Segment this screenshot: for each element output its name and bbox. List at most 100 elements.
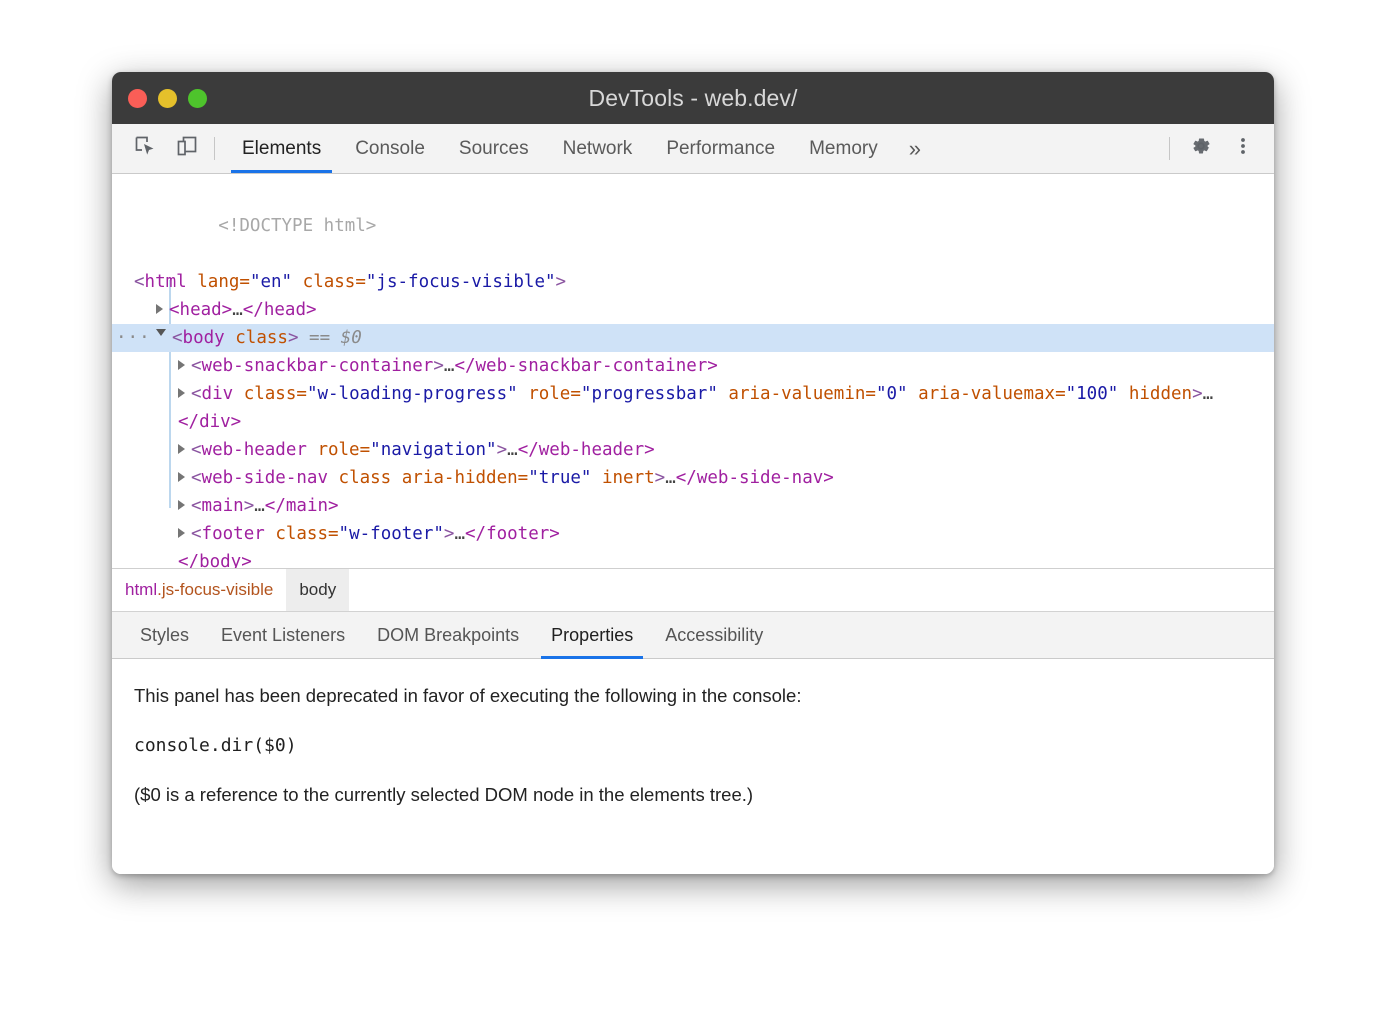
doctype-text: <!DOCTYPE html> — [218, 216, 376, 236]
webheader-lt: < — [191, 440, 202, 460]
toolbar-actions — [1163, 124, 1274, 173]
html-attr-lang-eq: = — [239, 272, 250, 292]
main-gt: > — [244, 496, 255, 516]
snackbar-lt: < — [191, 356, 202, 376]
dom-node-web-side-nav[interactable]: <web-side-nav class aria-hidden="true" i… — [112, 464, 1274, 492]
console-code-snippet[interactable]: console.dir($0) — [134, 735, 1252, 756]
snackbar-close: </web-snackbar-container> — [454, 356, 717, 376]
tab-performance[interactable]: Performance — [649, 124, 792, 173]
inspect-element-button[interactable] — [124, 124, 166, 173]
sidenav-gt: > — [655, 468, 666, 488]
sidenav-attr-class: class — [339, 468, 392, 488]
tab-properties[interactable]: Properties — [535, 612, 649, 658]
sidebar-tabs: Styles Event Listeners DOM Breakpoints P… — [112, 611, 1274, 659]
progress-tag: div — [202, 384, 234, 404]
expand-head-toggle[interactable] — [156, 304, 163, 314]
dom-node-w-loading-progress[interactable]: <div class="w-loading-progress" role="pr… — [112, 380, 1274, 436]
dom-node-main[interactable]: <main>…</main> — [112, 492, 1274, 520]
body-gt: > — [288, 328, 299, 348]
html-lt: < — [134, 272, 145, 292]
maximize-window-button[interactable] — [188, 89, 207, 108]
progress-attr-class: class — [244, 384, 297, 404]
minimize-window-button[interactable] — [158, 89, 177, 108]
close-window-button[interactable] — [128, 89, 147, 108]
dom-node-html[interactable]: <html lang="en" class="js-focus-visible"… — [112, 268, 1274, 296]
tab-console[interactable]: Console — [338, 124, 442, 173]
tab-event-listeners[interactable]: Event Listeners — [205, 612, 361, 658]
settings-button[interactable] — [1180, 124, 1222, 173]
tab-accessibility[interactable]: Accessibility — [649, 612, 779, 658]
footer-lt: < — [191, 524, 202, 544]
expand-web-header-toggle[interactable] — [178, 444, 185, 454]
main-lt: < — [191, 496, 202, 516]
footer-close: </footer> — [465, 524, 560, 544]
body-attr-class: class — [235, 328, 288, 348]
webheader-gt: > — [497, 440, 508, 460]
head-ellipsis: … — [232, 300, 243, 320]
tab-elements-label: Elements — [242, 138, 321, 160]
dom-node-web-header[interactable]: <web-header role="navigation">…</web-hea… — [112, 436, 1274, 464]
breadcrumb-html-tag: html — [125, 580, 157, 600]
footer-tag: footer — [202, 524, 265, 544]
device-toolbar-button[interactable] — [166, 124, 208, 173]
tab-network-label: Network — [563, 138, 633, 160]
snackbar-ellipsis: … — [444, 356, 455, 376]
expand-main-toggle[interactable] — [178, 500, 185, 510]
body-lt: < — [172, 328, 183, 348]
html-attr-class: class — [303, 272, 356, 292]
node-badge-dots[interactable]: ··· — [116, 324, 151, 352]
dom-node-footer[interactable]: <footer class="w-footer">…</footer> — [112, 520, 1274, 548]
html-tag: html — [145, 272, 187, 292]
tab-performance-label: Performance — [666, 138, 775, 160]
progress-attr-valuemax-value: "100" — [1066, 384, 1119, 404]
body-tag: body — [183, 328, 225, 348]
toolbar-divider — [214, 137, 215, 160]
html-attr-class-eq: = — [355, 272, 366, 292]
more-options-button[interactable] — [1222, 124, 1264, 173]
body-eqeq: == — [309, 328, 330, 348]
footer-attr-class: class — [275, 524, 328, 544]
main-tag: main — [202, 496, 244, 516]
html-attr-lang: lang — [197, 272, 239, 292]
head-close: </head> — [243, 300, 317, 320]
tab-dom-breakpoints[interactable]: DOM Breakpoints — [361, 612, 535, 658]
dom-node-doctype[interactable]: <!DOCTYPE html> — [112, 184, 1274, 268]
main-ellipsis: … — [254, 496, 265, 516]
more-tabs-button[interactable]: » — [895, 124, 935, 173]
kebab-menu-icon — [1232, 135, 1254, 162]
dom-node-body[interactable]: ··· <body class> == $0 — [112, 324, 1274, 352]
tab-memory[interactable]: Memory — [792, 124, 895, 173]
expand-web-snackbar-container-toggle[interactable] — [178, 360, 185, 370]
dom-tree-panel[interactable]: <!DOCTYPE html> <html lang="en" class="j… — [112, 174, 1274, 569]
progress-attr-valuemax: aria-valuemax — [918, 384, 1055, 404]
sidenav-tag: web-side-nav — [202, 468, 328, 488]
sidenav-attr-ariahidden-value: "true" — [528, 468, 591, 488]
breadcrumb-item-body[interactable]: body — [286, 569, 349, 611]
deprecation-message: This panel has been deprecated in favor … — [134, 685, 1252, 707]
breadcrumb-item-html[interactable]: html.js-focus-visible — [112, 569, 286, 611]
webheader-attr-role-value: "navigation" — [370, 440, 496, 460]
expand-footer-toggle[interactable] — [178, 528, 185, 538]
window-title: DevTools - web.dev/ — [112, 85, 1274, 112]
panel-tabs: Elements Console Sources Network Perform… — [225, 124, 1163, 173]
tab-properties-label: Properties — [551, 625, 633, 646]
tab-sources[interactable]: Sources — [442, 124, 546, 173]
tab-elements[interactable]: Elements — [225, 124, 338, 173]
tab-styles[interactable]: Styles — [124, 612, 205, 658]
body-dollar-ref: $0 — [341, 328, 362, 348]
footer-gt: > — [444, 524, 455, 544]
dom-node-body-close[interactable]: </body> — [112, 548, 1274, 569]
collapse-body-toggle[interactable] — [156, 329, 166, 341]
dom-node-web-snackbar-container[interactable]: <web-snackbar-container>…</web-snackbar-… — [112, 352, 1274, 380]
tab-network[interactable]: Network — [546, 124, 650, 173]
progress-attr-role: role — [528, 384, 570, 404]
window-titlebar: DevTools - web.dev/ — [112, 72, 1274, 124]
progress-attr-hidden: hidden — [1129, 384, 1192, 404]
snackbar-tag: web-snackbar-container — [202, 356, 434, 376]
expand-w-loading-progress-toggle[interactable] — [178, 388, 185, 398]
dom-node-head[interactable]: <head>…</head> — [112, 296, 1274, 324]
webheader-attr-role: role — [317, 440, 359, 460]
expand-web-side-nav-toggle[interactable] — [178, 472, 185, 482]
tab-accessibility-label: Accessibility — [665, 625, 763, 646]
snackbar-gt: > — [433, 356, 444, 376]
